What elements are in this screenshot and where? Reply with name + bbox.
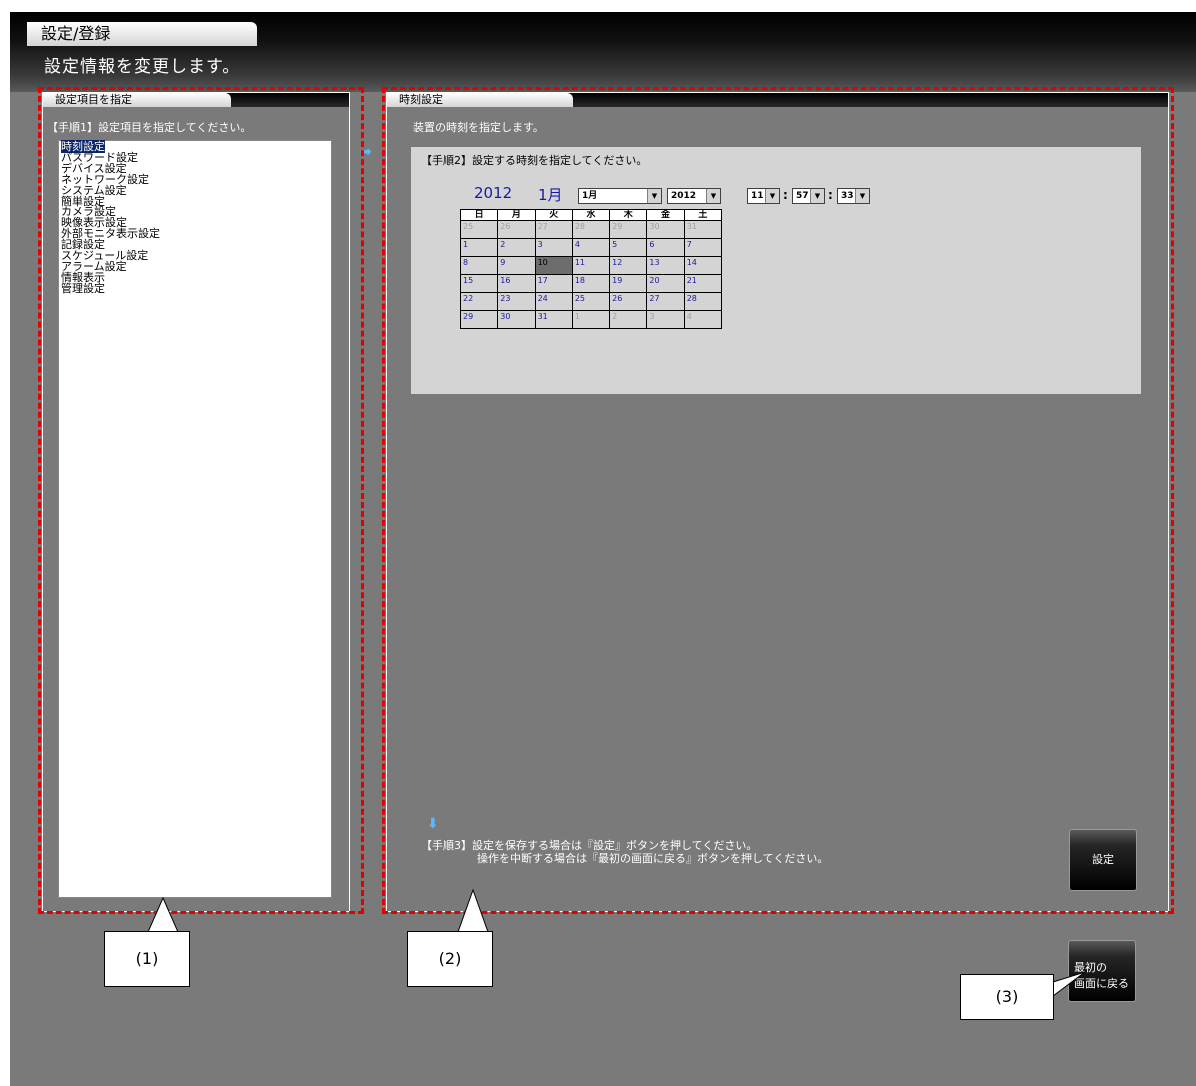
callout-2: (2) xyxy=(407,931,493,987)
screen: 設定/登録 設定情報を変更します。 設定項目を指定 【手順1】設定項目を指定して… xyxy=(10,12,1196,1086)
callout-1: (1) xyxy=(104,931,190,987)
callout-pointer-2 xyxy=(457,888,489,933)
callout-3: (3) xyxy=(960,974,1054,1020)
callout-pointers xyxy=(147,888,1086,997)
callout-pointer-3 xyxy=(1052,971,1086,997)
callout-pointer-1 xyxy=(147,896,179,933)
